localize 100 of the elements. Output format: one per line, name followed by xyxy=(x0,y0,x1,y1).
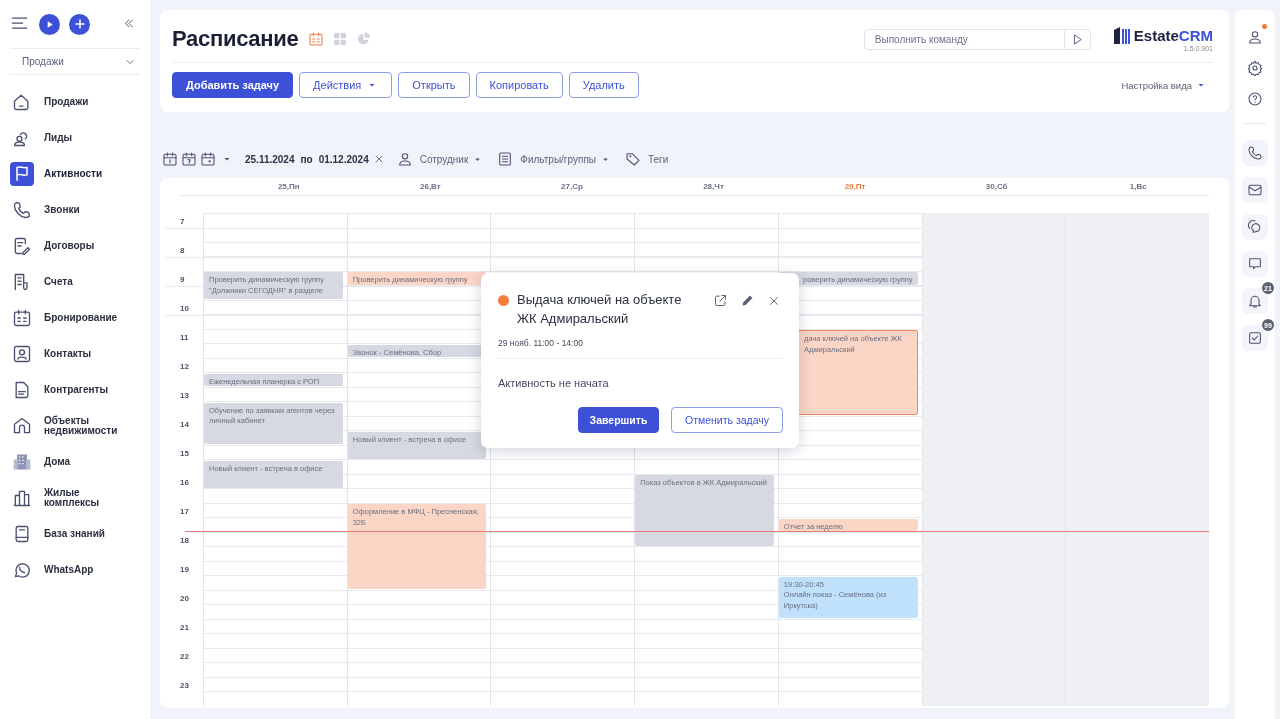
month-calendar-view-button[interactable] xyxy=(200,151,216,167)
action-button[interactable]: Открыть xyxy=(398,72,470,98)
tags-filter[interactable]: Теги xyxy=(625,151,669,167)
day-header: 26,Вт xyxy=(419,182,442,193)
sidebar-item[interactable]: Лиды xyxy=(10,120,140,156)
item-label: Жилые комплексы xyxy=(44,487,101,509)
day-header: 1,Вс xyxy=(1128,182,1148,193)
hour-label: 20 xyxy=(165,590,203,605)
day-calendar-view-button[interactable] xyxy=(162,151,178,167)
item-label: Объекты недвижимости xyxy=(44,415,119,437)
event-time: 29 нояб. 11:00 - 14:00 xyxy=(498,338,783,359)
week-calendar-icon xyxy=(181,151,197,167)
help-icon xyxy=(1247,91,1263,107)
sidebar-item[interactable]: Контакты xyxy=(10,336,140,372)
hour-label: 14 xyxy=(165,416,203,431)
item-label: База знаний xyxy=(44,528,105,540)
list-icon xyxy=(497,151,514,167)
action-button[interactable]: Удалить xyxy=(568,72,639,98)
sidebar-item[interactable]: Бронирование xyxy=(10,300,140,336)
hour-label: 19 xyxy=(165,561,203,576)
calendar-icon xyxy=(12,308,32,328)
action-button[interactable]: Добавить задачу xyxy=(172,72,294,98)
item-label: WhatsApp xyxy=(44,564,94,576)
sidebar-item[interactable]: WhatsApp xyxy=(10,552,140,588)
date-separator: по xyxy=(300,153,313,165)
item-label: Контрагенты xyxy=(44,384,109,396)
day-header: 27,Ср xyxy=(560,182,584,193)
sidebar-item[interactable]: Дома xyxy=(10,444,140,480)
mail-button[interactable] xyxy=(1242,177,1268,203)
section-dropdown[interactable]: Продажи xyxy=(10,48,140,75)
command-field[interactable]: Выполнить команду xyxy=(863,28,1064,50)
document-icon xyxy=(12,236,32,256)
event-title: Выдача ключей на объекте ЖК Адмиральский xyxy=(517,291,683,328)
settings-icon xyxy=(1247,60,1263,76)
user-icon xyxy=(1247,29,1263,45)
tag-icon xyxy=(625,151,641,167)
view-toggle[interactable] xyxy=(332,31,349,47)
collapse-button[interactable] xyxy=(122,17,136,31)
cancel-task-button[interactable]: Отменить задачу xyxy=(671,407,783,433)
plus-icon xyxy=(73,18,86,30)
chat-icon xyxy=(1247,219,1263,235)
bell-icon xyxy=(1247,293,1263,309)
contact-icon xyxy=(12,344,32,364)
hour-label: 18 xyxy=(165,532,203,547)
day-header: 25,Пн xyxy=(276,182,301,193)
grid-icon xyxy=(332,31,349,47)
mail-icon xyxy=(1247,182,1263,198)
add-button[interactable] xyxy=(69,13,90,35)
sidebar-item[interactable]: Контрагенты xyxy=(10,372,140,408)
buildings-icon xyxy=(12,488,32,508)
hour-label: 13 xyxy=(165,387,203,402)
run-button[interactable] xyxy=(1063,28,1091,50)
complete-button[interactable]: Завершить xyxy=(578,407,659,433)
sidebar-item[interactable]: Активности xyxy=(10,156,140,192)
hour-label: 9 xyxy=(165,271,203,286)
hour-label: 15 xyxy=(165,445,203,460)
day-header: 28,Чт xyxy=(702,182,725,193)
view-toggle[interactable] xyxy=(308,31,325,47)
view-settings-dropdown[interactable]: Настройка вида xyxy=(1115,78,1213,92)
sidebar-item[interactable]: База знаний xyxy=(10,516,140,552)
checkbox-icon xyxy=(1247,330,1263,346)
message-icon xyxy=(1247,256,1263,272)
hour-label: 22 xyxy=(165,648,203,663)
date-to[interactable]: 01.12.2024 xyxy=(318,153,369,165)
sidebar-item[interactable]: Объекты недвижимости xyxy=(10,408,140,444)
filters-groups-dropdown[interactable]: Фильтры/группы xyxy=(497,151,611,167)
sidebar-item[interactable]: Договоры xyxy=(10,228,140,264)
date-from[interactable]: 25.11.2024 xyxy=(245,153,295,165)
actions-dropdown[interactable]: Действия xyxy=(299,72,393,98)
play-button[interactable] xyxy=(39,13,60,35)
person-icon xyxy=(396,151,413,167)
item-label: Лиды xyxy=(44,132,73,144)
open-external-icon xyxy=(713,293,728,308)
event-status: Активность не начата xyxy=(498,377,610,389)
hour-label: 16 xyxy=(165,474,203,489)
action-button[interactable]: Копировать xyxy=(475,72,563,98)
month-calendar-icon xyxy=(200,151,216,167)
view-toggle[interactable] xyxy=(356,31,373,47)
sidebar-item[interactable]: Счета xyxy=(10,264,140,300)
day-header: 30,Сб xyxy=(984,182,1009,193)
day-calendar-icon xyxy=(162,151,178,167)
calendar-icon xyxy=(308,31,325,47)
item-label: Контакты xyxy=(44,348,92,360)
item-label: Договоры xyxy=(44,240,95,252)
item-label: Продажи xyxy=(44,96,89,108)
item-label: Бронирование xyxy=(44,312,118,324)
hour-label: 12 xyxy=(165,358,203,373)
sidebar-item[interactable]: Продажи xyxy=(10,84,140,120)
item-label: Звонки xyxy=(44,204,80,216)
sidebar-item[interactable]: Звонки xyxy=(10,192,140,228)
week-calendar-view-button[interactable] xyxy=(181,151,197,167)
chat-button[interactable] xyxy=(1242,214,1268,240)
employee-filter[interactable]: Сотрудник xyxy=(396,151,484,167)
hour-label: 10 xyxy=(165,300,203,315)
hour-label: 21 xyxy=(165,619,203,634)
phone-button[interactable] xyxy=(1242,140,1268,166)
hour-label: 8 xyxy=(165,242,203,257)
message-button[interactable] xyxy=(1242,251,1268,277)
sidebar-item[interactable]: Жилые комплексы xyxy=(10,480,140,516)
dropdown-value: Продажи xyxy=(22,56,64,67)
